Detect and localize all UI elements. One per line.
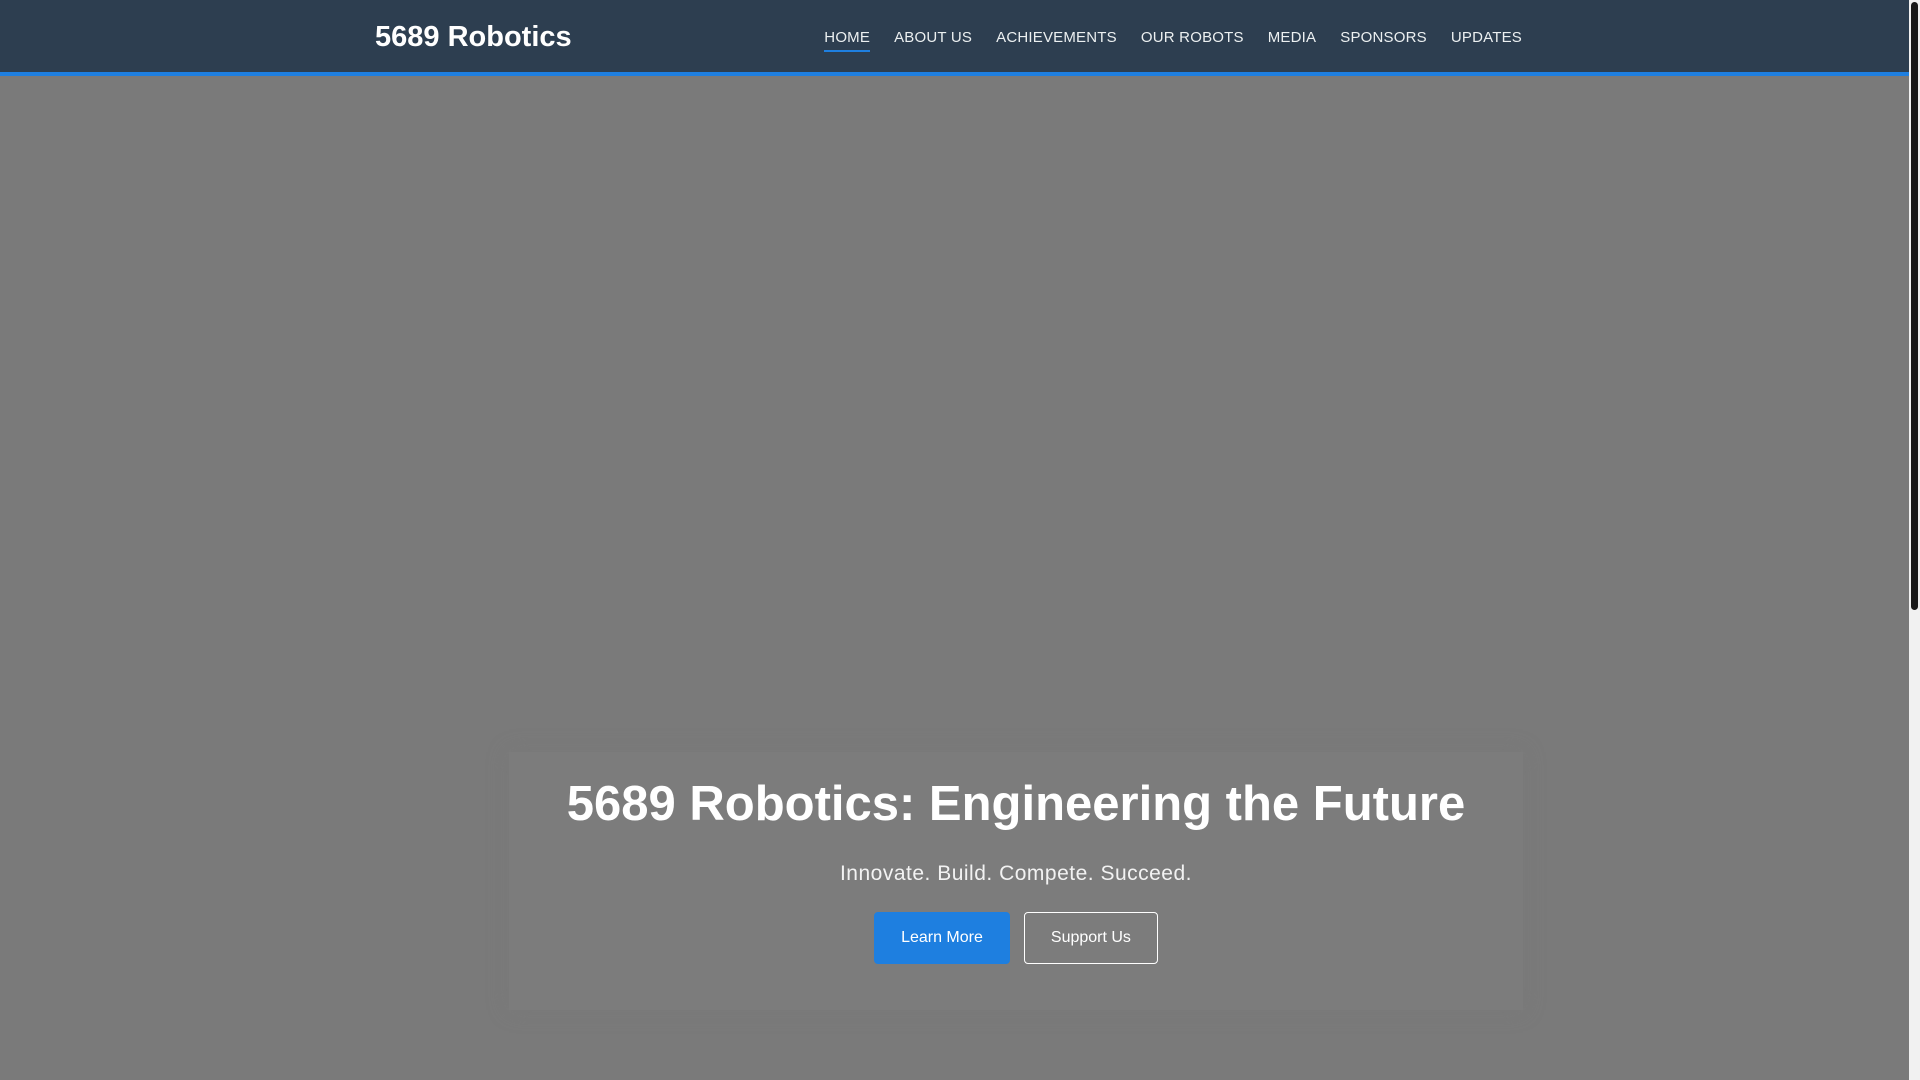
top-navbar: 5689 Robotics HOME ABOUT US ACHIEVEMENTS… xyxy=(0,0,1909,76)
nav-link-updates[interactable]: UPDATES xyxy=(1451,29,1522,52)
main-nav: HOME ABOUT US ACHIEVEMENTS OUR ROBOTS ME… xyxy=(824,26,1522,52)
nav-item-sponsors: SPONSORS xyxy=(1340,26,1427,50)
support-us-button[interactable]: Support Us xyxy=(1023,912,1158,964)
nav-item-achievements: ACHIEVEMENTS xyxy=(996,26,1117,50)
page-scrollbar[interactable] xyxy=(1909,0,1920,1080)
nav-link-media[interactable]: MEDIA xyxy=(1268,29,1317,52)
page: 5689 Robotics HOME ABOUT US ACHIEVEMENTS… xyxy=(0,0,1909,1080)
hero-section: 5689 Robotics: Engineering the Future In… xyxy=(509,752,1523,1010)
hero-subtitle: Innovate. Build. Compete. Succeed. xyxy=(839,862,1193,885)
nav-item-about-us: ABOUT US xyxy=(894,26,972,50)
brand-logo-text[interactable]: 5689 Robotics xyxy=(375,20,572,54)
scrollbar-thumb[interactable] xyxy=(1911,2,1918,610)
hero-title: 5689 Robotics: Engineering the Future xyxy=(566,777,1466,831)
nav-item-updates: UPDATES xyxy=(1451,26,1522,50)
hero-buttons: Learn More Support Us xyxy=(509,912,1523,964)
nav-link-about-us[interactable]: ABOUT US xyxy=(894,29,972,52)
nav-link-sponsors[interactable]: SPONSORS xyxy=(1340,29,1427,52)
nav-item-home: HOME xyxy=(824,26,871,52)
nav-link-home[interactable]: HOME xyxy=(824,29,871,52)
nav-item-media: MEDIA xyxy=(1268,26,1317,50)
learn-more-button[interactable]: Learn More xyxy=(874,912,1010,964)
nav-item-our-robots: OUR ROBOTS xyxy=(1141,26,1244,50)
nav-link-our-robots[interactable]: OUR ROBOTS xyxy=(1141,29,1244,52)
nav-link-achievements[interactable]: ACHIEVEMENTS xyxy=(996,29,1117,52)
